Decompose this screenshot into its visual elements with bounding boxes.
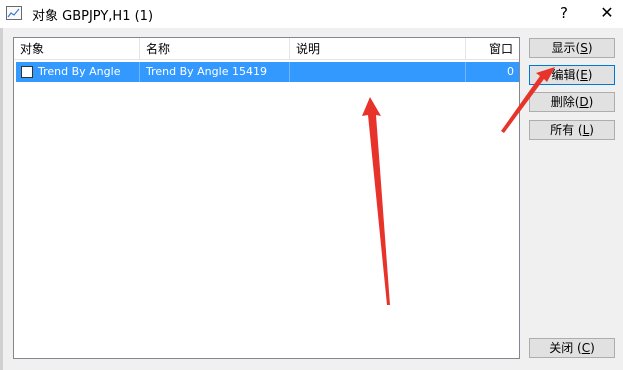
close-button-label: 关闭 ( <box>549 341 582 355</box>
cell-object: Trend By Angle <box>16 62 140 82</box>
column-header-window[interactable]: 窗口 <box>466 38 519 60</box>
cell-name: Trend By Angle 15419 <box>140 62 290 82</box>
delete-button-accel: D <box>579 95 589 109</box>
cell-description <box>290 62 466 82</box>
delete-button-label: 删除( <box>550 95 580 109</box>
close-button-end: ) <box>590 341 595 355</box>
delete-button[interactable]: 删除(D) <box>529 92 615 112</box>
list-item[interactable]: Trend By Angle Trend By Angle 15419 0 <box>16 62 519 82</box>
close-window-button[interactable]: ✕ <box>593 2 621 24</box>
close-button[interactable]: 关闭 (C) <box>529 338 615 358</box>
all-button-end: ) <box>589 123 594 137</box>
close-button-accel: C <box>581 341 591 355</box>
help-button[interactable]: ? <box>551 2 577 24</box>
edit-button-accel: E <box>580 68 588 82</box>
show-button-end: ) <box>587 41 593 55</box>
list-header: 对象 名称 说明 窗口 <box>14 38 519 60</box>
edit-button-end: ) <box>587 68 593 82</box>
dialog-client-area: 对象 名称 说明 窗口 Trend By Angle Trend By Angl… <box>0 28 623 370</box>
window-title: 对象 GBPJPY,H1 (1) <box>32 9 154 24</box>
column-header-object[interactable]: 对象 <box>14 38 140 60</box>
edit-button-label: 编辑( <box>551 68 581 82</box>
column-header-description[interactable]: 说明 <box>290 38 466 60</box>
show-button-label: 显示( <box>551 41 581 55</box>
chart-window-icon <box>6 6 22 20</box>
delete-button-end: ) <box>588 95 594 109</box>
column-header-name[interactable]: 名称 <box>140 38 290 60</box>
window-left-edge <box>0 28 3 370</box>
edit-button[interactable]: 编辑(E) <box>529 65 615 85</box>
all-button-label: 所有 ( <box>550 123 583 137</box>
objects-list[interactable]: 对象 名称 说明 窗口 Trend By Angle Trend By Angl… <box>13 37 520 359</box>
show-button[interactable]: 显示(S) <box>529 38 615 58</box>
cell-window: 0 <box>507 65 514 78</box>
show-button-accel: S <box>580 41 588 55</box>
title-bar: 对象 GBPJPY,H1 (1) ? ✕ <box>0 0 623 28</box>
all-button[interactable]: 所有 (L) <box>529 120 615 140</box>
